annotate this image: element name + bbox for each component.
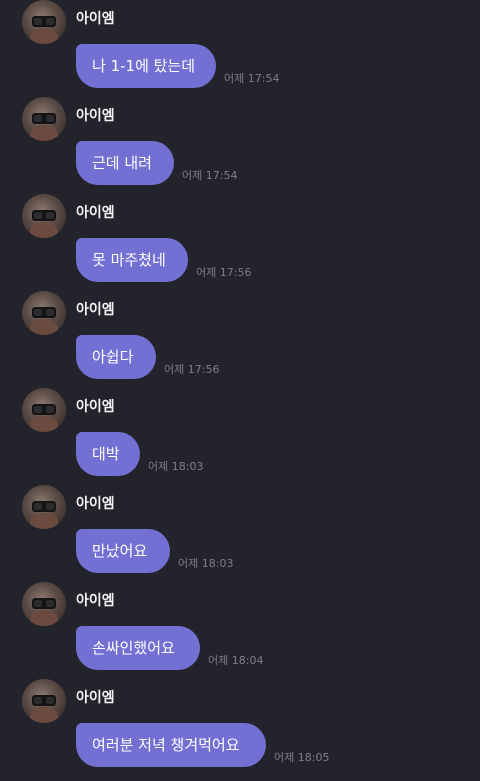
sender-avatar[interactable] (22, 679, 66, 723)
message-time: 어제 17:54 (182, 169, 238, 182)
sender-name: 아이엠 (76, 496, 115, 512)
message-time: 어제 18:03 (178, 557, 234, 570)
message-bubble[interactable]: 만났어요 (76, 529, 170, 573)
message-time: 어제 17:56 (164, 363, 220, 376)
message-item: 아이엠 여러분 저녁 챙겨먹어요 어제 18:05 (0, 679, 480, 776)
sender-name: 아이엠 (76, 205, 115, 221)
message-bubble[interactable]: 여러분 저녁 챙겨먹어요 (76, 723, 266, 767)
message-time: 어제 18:05 (274, 751, 330, 764)
message-item: 아이엠 나 1-1에 탔는데 어제 17:54 (0, 0, 480, 97)
message-bubble[interactable]: 근데 내려 (76, 141, 174, 185)
sender-name: 아이엠 (76, 690, 115, 706)
message-bubble[interactable]: 아쉽다 (76, 335, 156, 379)
sender-avatar[interactable] (22, 582, 66, 626)
message-item: 아이엠 아쉽다 어제 17:56 (0, 291, 480, 388)
message-bubble[interactable]: 나 1-1에 탔는데 (76, 44, 216, 88)
message-bubble[interactable]: 손싸인했어요 (76, 626, 200, 670)
message-item: 아이엠 손싸인했어요 어제 18:04 (0, 582, 480, 679)
message-item: 아이엠 만났어요 어제 18:03 (0, 485, 480, 582)
message-time: 어제 17:54 (224, 72, 280, 85)
message-item: 아이엠 대박 어제 18:03 (0, 388, 480, 485)
sender-name: 아이엠 (76, 108, 115, 124)
sender-avatar[interactable] (22, 485, 66, 529)
message-time: 어제 18:04 (208, 654, 264, 667)
chat-message-list[interactable]: 아이엠 나 1-1에 탔는데 어제 17:54 아이엠 근데 내려 어제 17:… (0, 0, 480, 781)
message-bubble[interactable]: 대박 (76, 432, 140, 476)
sender-avatar[interactable] (22, 194, 66, 238)
message-bubble[interactable]: 못 마주쳤네 (76, 238, 188, 282)
message-time: 어제 17:56 (196, 266, 252, 279)
sender-avatar[interactable] (22, 388, 66, 432)
sender-name: 아이엠 (76, 593, 115, 609)
message-item: 아이엠 근데 내려 어제 17:54 (0, 97, 480, 194)
message-time: 어제 18:03 (148, 460, 204, 473)
sender-name: 아이엠 (76, 302, 115, 318)
message-item: 아이엠 못 마주쳤네 어제 17:56 (0, 194, 480, 291)
sender-avatar[interactable] (22, 291, 66, 335)
sender-avatar[interactable] (22, 97, 66, 141)
sender-name: 아이엠 (76, 11, 115, 27)
sender-avatar[interactable] (22, 0, 66, 44)
sender-name: 아이엠 (76, 399, 115, 415)
